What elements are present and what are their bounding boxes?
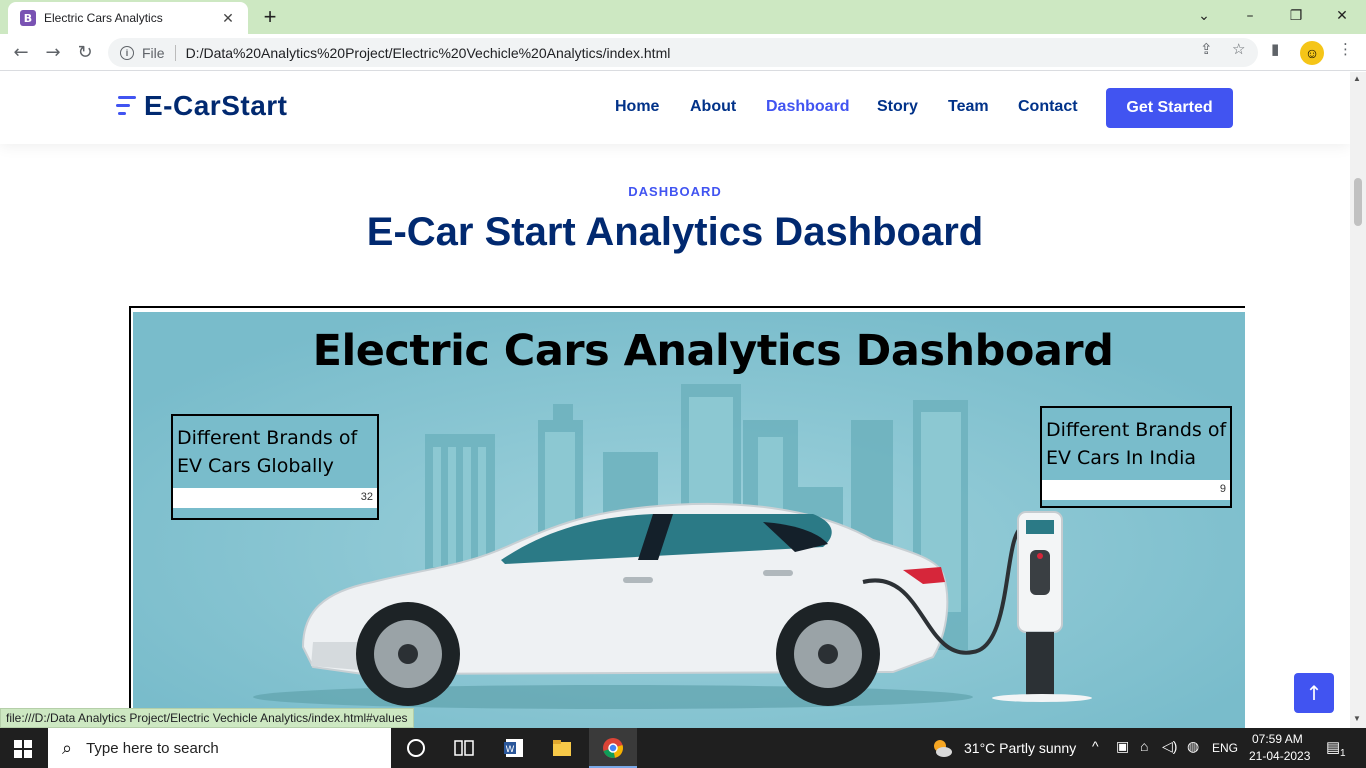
forward-icon[interactable]: →: [40, 40, 66, 66]
scroll-thumb[interactable]: [1354, 178, 1362, 226]
site-header: E-CarStart Home About Dashboard Story Te…: [0, 72, 1350, 144]
window-close-icon[interactable]: ✕: [1320, 4, 1364, 28]
kpi-card-india[interactable]: Different Brands of EV Cars In India 9: [1040, 406, 1232, 508]
separator: [174, 44, 176, 61]
taskbar-search[interactable]: ⌕ Type here to search: [48, 728, 391, 768]
windows-start-icon[interactable]: [14, 740, 32, 758]
section-label: DASHBOARD: [628, 184, 722, 199]
file-label: File: [142, 44, 165, 61]
bootstrap-favicon-icon: B: [20, 10, 36, 26]
url-text[interactable]: D:/Data%20Analytics%20Project/Electric%2…: [186, 45, 671, 61]
tab-close-icon[interactable]: ✕: [220, 10, 236, 27]
kpi-bar-india: 9: [1042, 480, 1230, 500]
nav-contact[interactable]: Contact: [1018, 98, 1078, 116]
site-logo[interactable]: E-CarStart: [116, 90, 287, 122]
volume-icon[interactable]: ◁): [1162, 738, 1177, 755]
logo-icon: [116, 93, 136, 119]
notifications-icon[interactable]: ▤: [1326, 738, 1340, 756]
menu-icon[interactable]: ⋮: [1338, 40, 1353, 58]
task-view-icon[interactable]: [452, 736, 476, 760]
status-bar-url: file:///D:/Data Analytics Project/Electr…: [0, 708, 414, 728]
get-started-button[interactable]: Get Started: [1106, 88, 1233, 128]
weather-partly-sunny-icon[interactable]: [930, 736, 954, 760]
back-icon[interactable]: ←: [8, 40, 34, 66]
clock-time[interactable]: 07:59 AM: [1252, 732, 1303, 746]
nav-dashboard[interactable]: Dashboard: [766, 98, 850, 116]
kpi-bar-global: 32: [173, 488, 377, 508]
tray-chevron-icon[interactable]: ^: [1092, 738, 1099, 754]
bookmark-star-icon[interactable]: ☆: [1232, 40, 1245, 58]
clock-date[interactable]: 21-04-2023: [1249, 749, 1310, 763]
weather-text[interactable]: 31°C Partly sunny: [964, 740, 1076, 756]
profile-avatar[interactable]: ☺: [1300, 41, 1324, 65]
reload-icon[interactable]: ↻: [72, 40, 98, 66]
scroll-up-icon[interactable]: ▲: [1353, 74, 1361, 83]
kpi-value-global: 32: [360, 491, 373, 503]
restore-icon[interactable]: ❐: [1274, 4, 1318, 28]
notification-count: 1: [1340, 748, 1346, 759]
share-icon[interactable]: ⇪: [1200, 40, 1213, 58]
scroll-down-icon[interactable]: ▼: [1353, 714, 1361, 723]
address-bar[interactable]: i File D:/Data%20Analytics%20Project/Ele…: [108, 38, 1258, 67]
minimize-icon[interactable]: –: [1228, 4, 1272, 28]
kpi-card-global[interactable]: Different Brands of EV Cars Globally 32: [171, 414, 379, 520]
tab-strip: B Electric Cars Analytics ✕ + ⌄ – ❐ ✕: [0, 0, 1366, 34]
language-globe-icon[interactable]: ◍: [1187, 738, 1199, 755]
kpi-value-india: 9: [1219, 483, 1226, 495]
kpi-label-global: Different Brands of EV Cars Globally: [177, 427, 358, 477]
browser-tab[interactable]: B Electric Cars Analytics ✕: [8, 2, 248, 34]
tray-app-icon[interactable]: ▣: [1116, 738, 1129, 755]
side-panel-icon[interactable]: ▮: [1271, 40, 1279, 58]
nav-story[interactable]: Story: [877, 98, 918, 116]
svg-text:W: W: [506, 745, 515, 755]
logo-text: E-CarStart: [144, 90, 288, 121]
nav-team[interactable]: Team: [948, 98, 989, 116]
browser-toolbar: ← → ↻ i File D:/Data%20Analytics%20Proje…: [0, 34, 1366, 71]
site-info-icon[interactable]: i: [120, 45, 134, 60]
page-scrollbar[interactable]: ▲ ▼: [1350, 72, 1366, 728]
search-placeholder: Type here to search: [86, 739, 219, 757]
file-explorer-icon[interactable]: [550, 736, 574, 760]
network-icon[interactable]: ⌂: [1140, 738, 1148, 754]
dashboard-embed[interactable]: Electric Cars Analytics Dashboard Differ…: [133, 312, 1245, 728]
cortana-icon[interactable]: [404, 736, 428, 760]
chrome-app-icon[interactable]: [601, 736, 625, 760]
new-tab-button[interactable]: +: [258, 5, 282, 29]
section-title: E-Car Start Analytics Dashboard: [366, 210, 984, 254]
screen: { "browser": { "tab_title": "Electric Ca…: [0, 0, 1366, 768]
word-app-icon[interactable]: W: [502, 736, 526, 760]
kpi-label-india: Different Brands of EV Cars In India: [1046, 419, 1227, 469]
windows-taskbar: ⌕ Type here to search W 31°C Partly sunn…: [0, 728, 1366, 768]
dashboard-title: Electric Cars Analytics Dashboard: [312, 326, 1114, 376]
language-label[interactable]: ENG: [1212, 741, 1238, 755]
web-page: E-CarStart Home About Dashboard Story Te…: [0, 72, 1350, 728]
tab-title: Electric Cars Analytics: [44, 11, 163, 25]
nav-about[interactable]: About: [690, 98, 736, 116]
tab-search-icon[interactable]: ⌄: [1182, 4, 1226, 28]
back-to-top-button[interactable]: ↑: [1294, 673, 1334, 713]
nav-home[interactable]: Home: [615, 98, 659, 116]
search-icon: ⌕: [62, 737, 73, 759]
